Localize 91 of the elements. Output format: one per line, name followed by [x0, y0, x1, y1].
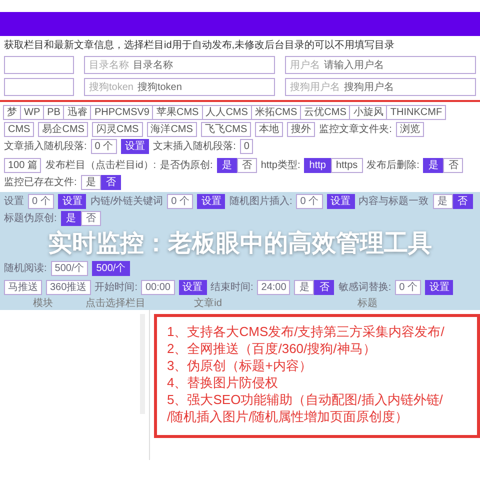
- set-button[interactable]: 500/个: [92, 261, 130, 276]
- setting-label: 监控文章文件夹:: [319, 123, 392, 136]
- option-button[interactable]: CMS: [4, 122, 34, 137]
- platform-button[interactable]: 迅睿: [63, 105, 92, 120]
- feature-line: 1、支持各大CMS发布/支持第三方采集内容发布/: [167, 323, 446, 340]
- field-label: 目录名称: [89, 58, 129, 72]
- set-button[interactable]: 设置: [121, 139, 150, 154]
- platform-button[interactable]: WP: [20, 105, 44, 120]
- set-button[interactable]: 设置: [425, 280, 454, 295]
- toggle-option[interactable]: 是: [432, 194, 453, 209]
- set-button[interactable]: 设置: [326, 194, 355, 209]
- toggle-option[interactable]: 否: [80, 211, 101, 226]
- column-header: 标题: [356, 297, 378, 310]
- text-input[interactable]: 搜狗用户名: [344, 80, 471, 94]
- column-header: 文章id: [193, 297, 223, 310]
- field-label: 搜狗token: [89, 80, 134, 94]
- number-field[interactable]: 0 个: [167, 194, 194, 209]
- platform-button[interactable]: 人人CMS: [202, 105, 252, 120]
- toggle-option[interactable]: 否: [236, 158, 257, 173]
- platform-button[interactable]: 米拓CMS: [250, 105, 302, 120]
- setting-label: 设置: [4, 195, 24, 208]
- platform-button[interactable]: 小旋风: [349, 105, 388, 120]
- column-header: 点击选择栏目: [84, 297, 146, 310]
- setting-label: 文末插入随机段落:: [153, 140, 236, 153]
- number-field[interactable]: 0: [240, 139, 254, 154]
- platform-button[interactable]: 梦: [3, 105, 21, 120]
- toggle-option[interactable]: https: [330, 158, 363, 173]
- option-button[interactable]: 海洋CMS: [146, 122, 197, 137]
- description-text: 获取栏目和最新文章信息，选择栏目id用于自动发布,未修改后台目录的可以不用填写目录: [3, 38, 396, 53]
- number-field[interactable]: 24:00: [257, 280, 290, 295]
- option-button[interactable]: 马推送: [4, 280, 42, 295]
- option-button[interactable]: 360推送: [46, 280, 91, 295]
- banner-title: 实时监控：老板眼中的高效管理工具: [47, 229, 433, 259]
- toggle-option[interactable]: 是: [216, 158, 237, 173]
- toggle-option[interactable]: 否: [100, 175, 121, 190]
- text-input[interactable]: 搜狗token: [137, 80, 270, 94]
- toggle-option[interactable]: 否: [452, 194, 473, 209]
- option-button[interactable]: 500/个: [50, 261, 88, 276]
- text-input[interactable]: 目录名称: [133, 58, 270, 72]
- platform-button[interactable]: PHPCMSV9: [90, 105, 154, 120]
- setting-label: 发布栏目（点击栏目id）:: [45, 159, 156, 172]
- setting-label: 发布后删除:: [366, 159, 420, 172]
- column-header: 模块: [32, 297, 54, 310]
- option-button[interactable]: 浏览: [396, 122, 424, 137]
- platform-button[interactable]: PB: [43, 105, 64, 120]
- setting-label: 敏感词替换:: [338, 281, 392, 294]
- number-field[interactable]: 0 个: [296, 194, 323, 209]
- platform-button[interactable]: THINKCMF: [386, 105, 446, 120]
- set-button[interactable]: 设置: [197, 194, 226, 209]
- toggle-option[interactable]: 是: [60, 211, 81, 226]
- option-button[interactable]: 搜外: [287, 122, 316, 137]
- setting-label: 结束时间:: [210, 281, 254, 294]
- setting-label: 随机图片插入:: [229, 195, 292, 208]
- setting-label: 内容与标题一致: [358, 195, 429, 208]
- toggle-option[interactable]: 是: [294, 280, 314, 295]
- feature-line: /随机插入图片/随机属性增加页面原创度）: [167, 408, 410, 425]
- setting-label: 随机阅读:: [4, 262, 47, 275]
- text-input[interactable]: 请输入用户名: [324, 58, 471, 72]
- setting-label: 监控已存在文件:: [4, 176, 77, 189]
- field-label: 搜狗用户名: [290, 80, 340, 94]
- number-field[interactable]: 100 篇: [4, 158, 42, 173]
- toggle-option[interactable]: 否: [443, 158, 464, 173]
- field-label: 用户名: [290, 58, 320, 72]
- toggle-option[interactable]: 是: [423, 158, 444, 173]
- number-field[interactable]: 0 个: [395, 280, 422, 295]
- option-button[interactable]: 本地: [255, 122, 284, 137]
- setting-label: 内链/外链关键词: [90, 195, 164, 208]
- setting-label: http类型:: [260, 159, 300, 172]
- setting-label: 文章插入随机段落:: [4, 140, 87, 153]
- set-button[interactable]: 设置: [178, 280, 206, 295]
- platform-button[interactable]: 苹果CMS: [152, 105, 203, 120]
- option-button[interactable]: 闪灵CMS: [92, 122, 143, 137]
- setting-label: 标题伪原创:: [4, 212, 57, 225]
- input-field[interactable]: [4, 56, 74, 74]
- toggle-option[interactable]: 否: [314, 280, 334, 295]
- feature-line: 5、强大SEO功能辅助（自动配图/插入内链外链/: [167, 391, 444, 408]
- platform-button[interactable]: 云优CMS: [300, 105, 350, 120]
- option-button[interactable]: 易企CMS: [38, 122, 88, 137]
- toggle-option[interactable]: 是: [80, 175, 101, 190]
- set-button[interactable]: 设置: [58, 194, 86, 209]
- setting-label: 开始时间:: [94, 281, 138, 294]
- number-field[interactable]: 0 个: [28, 194, 54, 209]
- feature-line: 4、替换图片防侵权: [167, 374, 280, 391]
- feature-line: 3、伪原创（标题+内容）: [167, 357, 313, 374]
- setting-label: 是否伪原创:: [160, 159, 213, 172]
- toggle-option[interactable]: http: [304, 158, 331, 173]
- input-field[interactable]: [4, 78, 74, 96]
- option-button[interactable]: 飞飞CMS: [200, 122, 252, 137]
- number-field[interactable]: 00:00: [141, 280, 174, 295]
- feature-line: 2、全网推送（百度/360/搜狗/神马）: [167, 340, 377, 357]
- number-field[interactable]: 0 个: [90, 139, 118, 154]
